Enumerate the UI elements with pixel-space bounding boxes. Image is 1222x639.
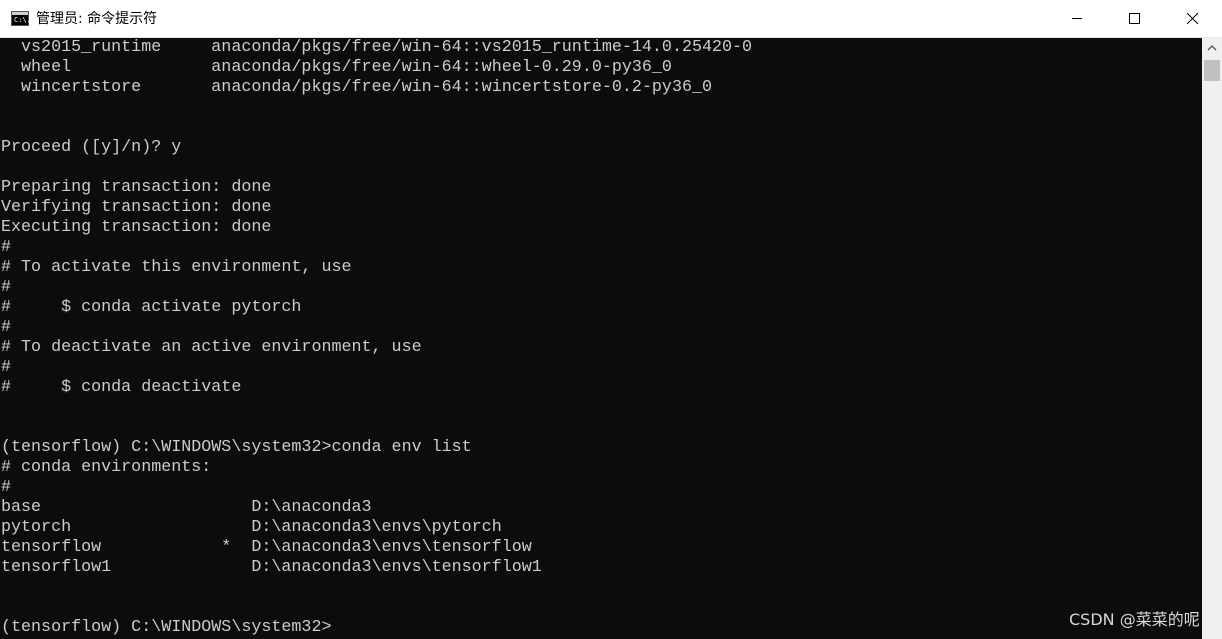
console-line: tensorflow * D:\anaconda3\envs\tensorflo… bbox=[1, 538, 532, 557]
close-icon bbox=[1186, 12, 1199, 25]
cmd-icon[interactable]: C:\. bbox=[11, 11, 31, 26]
console-line: Verifying transaction: done bbox=[1, 198, 272, 217]
console-line: wincertstore anaconda/pkgs/free/win-64::… bbox=[1, 78, 713, 97]
maximize-button[interactable] bbox=[1106, 0, 1164, 37]
console-line: pytorch D:\anaconda3\envs\pytorch bbox=[1, 518, 502, 537]
console-line: wheel anaconda/pkgs/free/win-64::wheel-0… bbox=[1, 58, 672, 77]
minimize-button[interactable] bbox=[1048, 0, 1106, 37]
window-title: 管理员: 命令提示符 bbox=[36, 11, 158, 27]
console-line: # bbox=[1, 278, 12, 297]
scroll-up-button[interactable] bbox=[1202, 38, 1222, 58]
vertical-scrollbar[interactable] bbox=[1202, 38, 1222, 639]
scroll-thumb[interactable] bbox=[1204, 60, 1220, 81]
console-line: tensorflow1 D:\anaconda3\envs\tensorflow… bbox=[1, 558, 542, 577]
cmd-icon-glyph: C:\. bbox=[14, 16, 31, 24]
watermark-text: CSDN @菜菜的呢 bbox=[1069, 610, 1200, 629]
close-button[interactable] bbox=[1164, 0, 1222, 37]
console-line: (tensorflow) C:\WINDOWS\system32> bbox=[1, 618, 332, 637]
scroll-up-arrow-icon bbox=[1207, 44, 1217, 51]
console-output[interactable]: vs2015_runtime anaconda/pkgs/free/win-64… bbox=[0, 38, 1202, 639]
title-bar[interactable]: C:\. 管理员: 命令提示符 bbox=[0, 0, 1222, 38]
minimize-icon bbox=[1072, 18, 1082, 19]
console-line: # bbox=[1, 478, 12, 497]
console-line: Executing transaction: done bbox=[1, 218, 272, 237]
console-line: # $ conda deactivate bbox=[1, 378, 242, 397]
console-line: # bbox=[1, 358, 12, 377]
console-line: # bbox=[1, 318, 12, 337]
console-line: Proceed ([y]/n)? y bbox=[1, 138, 182, 157]
console-line: # $ conda activate pytorch bbox=[1, 298, 302, 317]
console-line: (tensorflow) C:\WINDOWS\system32>conda e… bbox=[1, 438, 472, 457]
console-line: # To deactivate an active environment, u… bbox=[1, 338, 422, 357]
console-line: vs2015_runtime anaconda/pkgs/free/win-64… bbox=[1, 38, 753, 57]
command-prompt-window: C:\. 管理员: 命令提示符 vs2015_runtime anaconda/… bbox=[0, 0, 1222, 639]
console-line: base D:\anaconda3 bbox=[1, 498, 372, 517]
maximize-icon bbox=[1129, 13, 1140, 24]
console-line: # To activate this environment, use bbox=[1, 258, 352, 277]
console-line: # conda environments: bbox=[1, 458, 212, 477]
console-line: Preparing transaction: done bbox=[1, 178, 272, 197]
console-line: # bbox=[1, 238, 12, 257]
